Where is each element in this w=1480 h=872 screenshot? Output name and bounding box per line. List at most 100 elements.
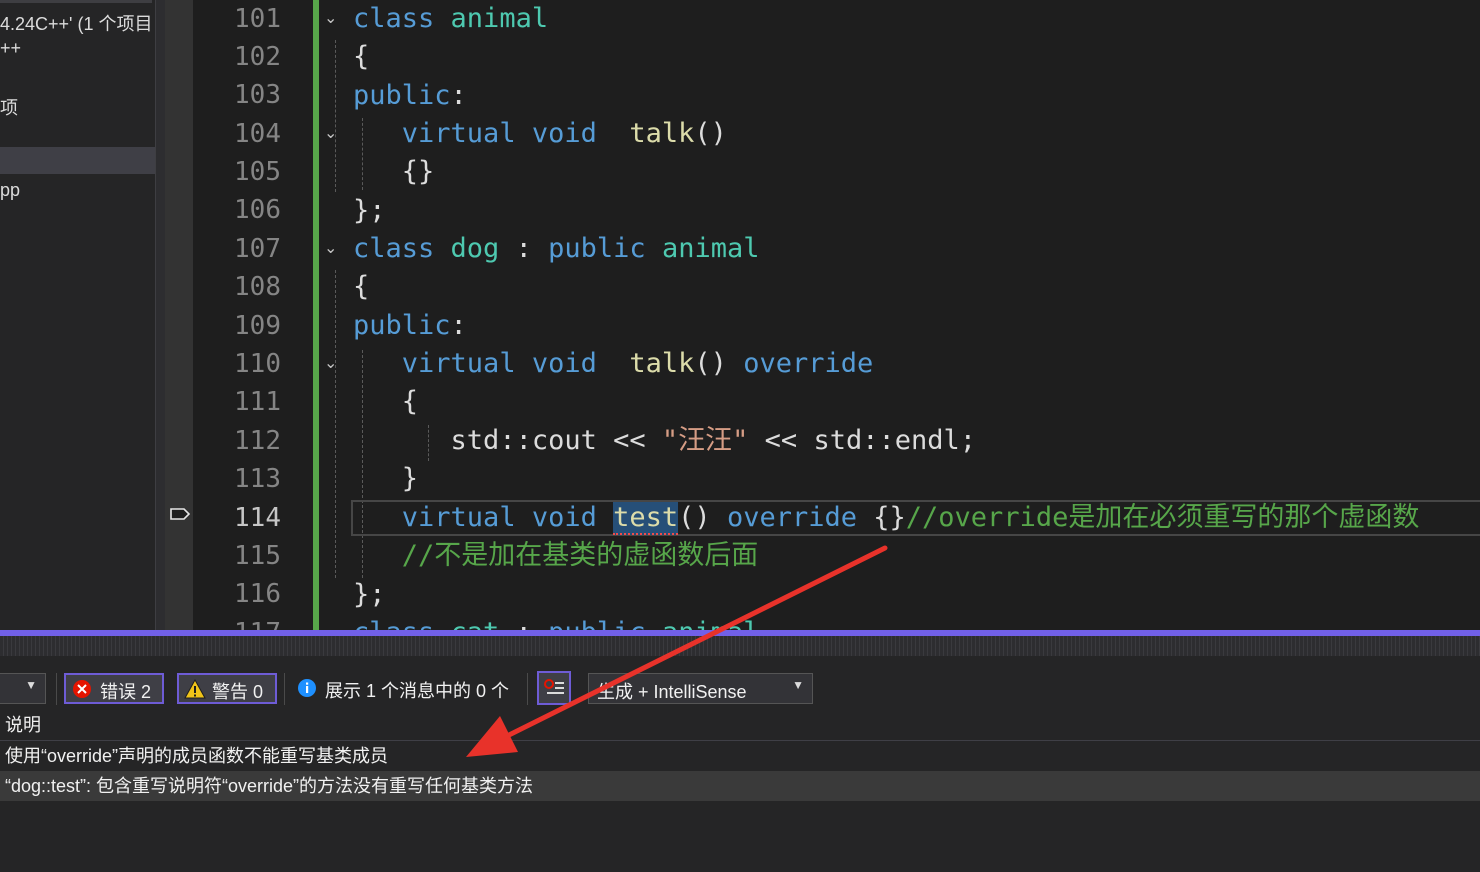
keyword: class: [353, 233, 435, 264]
code-line[interactable]: class cat : public animal: [353, 614, 759, 630]
keyword: void: [531, 502, 597, 533]
line-number: 107: [234, 234, 281, 264]
code-line[interactable]: public:: [353, 77, 467, 115]
code-line[interactable]: }: [353, 460, 418, 498]
warning-icon: [184, 679, 206, 699]
brace: {}: [873, 502, 906, 533]
line-number: 106: [234, 195, 281, 225]
build-source-label: 生成 + IntelliSense: [597, 682, 747, 702]
current-line-marker-icon: [170, 508, 190, 520]
chevron-down-icon: ▼: [792, 678, 804, 692]
toolbar-separator: [284, 673, 285, 705]
line-number: 111: [234, 387, 281, 417]
punctuation: (): [694, 118, 727, 149]
brace: }: [401, 463, 419, 494]
chevron-down-icon: ▼: [25, 678, 37, 692]
punctuation: (): [678, 502, 711, 533]
folder-item[interactable]: 项: [0, 94, 18, 120]
type-name: dog: [450, 233, 500, 264]
keyword: virtual: [401, 118, 516, 149]
project-item[interactable]: ++: [0, 38, 21, 59]
code-line[interactable]: };: [353, 576, 386, 614]
code-line[interactable]: {}: [353, 153, 435, 191]
solution-item[interactable]: 4.24C++' (1 个项目: [0, 10, 153, 36]
function-name: talk: [629, 118, 695, 149]
line-number: 110: [234, 349, 281, 379]
line-number: 115: [234, 541, 281, 571]
type-name: animal: [661, 233, 760, 264]
line-number: 101: [234, 4, 281, 34]
toolbar-separator: [56, 673, 57, 705]
line-number: 109: [234, 311, 281, 341]
code-line[interactable]: public:: [353, 307, 467, 345]
source-file-item[interactable]: pp: [0, 180, 20, 201]
code-text: << std::endl;: [764, 425, 976, 456]
keyword: virtual: [401, 348, 516, 379]
keyword: class: [353, 3, 435, 34]
code-text: std::cout <<: [450, 425, 646, 456]
keyword: virtual: [401, 502, 516, 533]
brace: {: [353, 41, 370, 72]
punctuation: (): [694, 348, 727, 379]
error-row[interactable]: 使用“override”声明的成员函数不能重写基类成员: [0, 741, 1480, 771]
brace: {: [401, 386, 419, 417]
solution-explorer: 4.24C++' (1 个项目 ++ 项 pp: [0, 0, 155, 630]
collapse-chevron-icon[interactable]: ⌄: [324, 8, 337, 28]
indent-guide: [335, 270, 336, 578]
brace: {: [353, 271, 370, 302]
errors-filter-button[interactable]: 错误 2: [64, 673, 164, 704]
punctuation: :: [450, 80, 467, 111]
build-source-dropdown[interactable]: 生成 + IntelliSense ▼: [588, 673, 813, 704]
code-line[interactable]: {: [353, 268, 369, 306]
collapse-chevron-icon[interactable]: ⌄: [324, 238, 337, 258]
error-description: “dog::test”: 包含重写说明符“override”的方法没有重写任何基…: [5, 776, 534, 796]
code-line[interactable]: //不是加在基类的虚函数后面: [353, 537, 759, 575]
keyword: public: [548, 617, 646, 630]
code-line-current[interactable]: virtual void test() override {}//overrid…: [353, 499, 1419, 537]
description-column-header[interactable]: 说明: [0, 710, 1480, 741]
errors-count-label: 错误 2: [100, 682, 152, 702]
type-name: animal: [450, 3, 549, 34]
brace: };: [353, 195, 386, 226]
line-number-current: 114: [234, 503, 281, 533]
indent-guide: [335, 40, 336, 192]
code-line[interactable]: virtual void talk(): [353, 115, 727, 153]
code-editor[interactable]: 101 102 103 104 105 106 107 108 109 110 …: [165, 0, 1480, 630]
selected-tree-item[interactable]: [0, 147, 155, 174]
function-name-error[interactable]: test: [613, 502, 679, 535]
line-number: 116: [234, 579, 281, 609]
brace: };: [353, 579, 386, 610]
code-line[interactable]: {: [353, 383, 418, 421]
warnings-filter-button[interactable]: 警告 0: [177, 673, 277, 704]
punctuation: :: [515, 233, 532, 264]
line-number: 102: [234, 42, 281, 72]
line-number: 104: [234, 119, 281, 149]
punctuation: :: [450, 310, 467, 341]
messages-filter-button[interactable]: 展示 1 个消息中的 0 个: [325, 677, 509, 703]
change-tracking-bar: [313, 0, 319, 630]
code-line[interactable]: class animal: [353, 0, 548, 38]
code-line[interactable]: };: [353, 192, 386, 230]
error-row-selected[interactable]: “dog::test”: 包含重写说明符“override”的方法没有重写任何基…: [0, 771, 1480, 801]
punctuation: :: [516, 617, 532, 630]
line-number: 108: [234, 272, 281, 302]
line-number: 117: [201, 618, 281, 630]
line-number: 105: [234, 157, 281, 187]
scope-dropdown[interactable]: ▼: [0, 673, 46, 704]
brace: {}: [401, 156, 435, 187]
keyword: public: [353, 310, 451, 341]
column-header-label: 说明: [5, 715, 41, 735]
keyword: public: [353, 80, 451, 111]
error-icon: [73, 680, 91, 698]
code-line[interactable]: class dog : public animal: [353, 230, 759, 268]
filter-toggle-button[interactable]: [537, 671, 571, 705]
keyword: override: [743, 348, 874, 379]
type-name: animal: [662, 617, 760, 630]
code-line[interactable]: {: [353, 38, 369, 76]
code-line[interactable]: std::cout << "汪汪" << std::endl;: [353, 422, 976, 460]
type-name: cat: [451, 617, 500, 630]
function-name: talk: [629, 348, 695, 379]
keyword: void: [531, 118, 597, 149]
code-line[interactable]: virtual void talk() override: [353, 345, 873, 383]
comment: //override是加在必须重写的那个虚函数: [905, 502, 1420, 533]
